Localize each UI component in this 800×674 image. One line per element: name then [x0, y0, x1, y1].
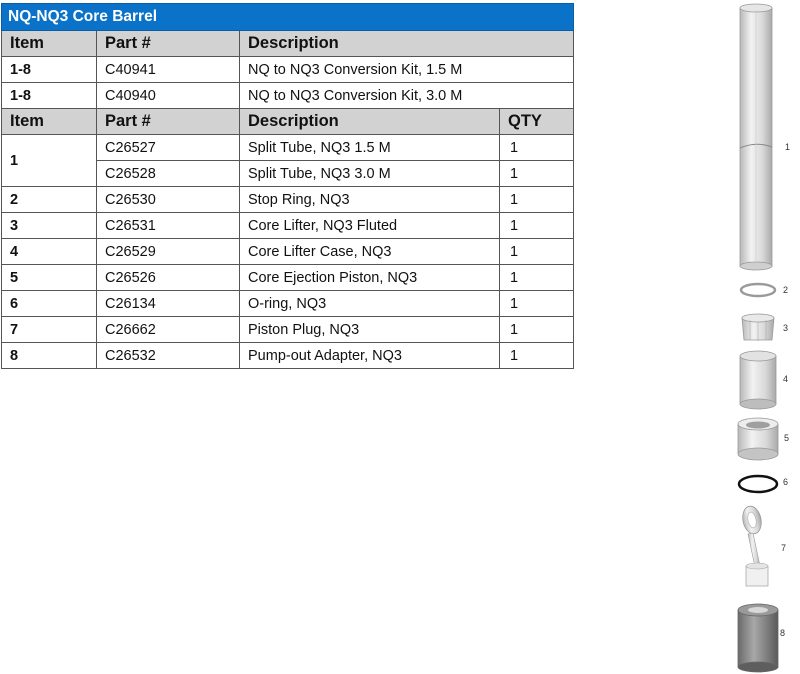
parts-table: NQ-NQ3 Core Barrel Item Part # Descripti… — [0, 3, 575, 369]
part-item: 5 — [1, 264, 97, 291]
part-number: C26662 — [96, 316, 240, 343]
callout-4: 4 — [783, 374, 788, 384]
part-item: 3 — [1, 212, 97, 239]
part-item: 2 — [1, 186, 97, 213]
exploded-parts-drawing: 1 2 3 4 5 6 7 8 — [737, 3, 790, 673]
part-qty: 1 — [498, 264, 575, 291]
part-description: Pump-out Adapter, NQ3 — [239, 342, 500, 369]
part-qty: 1 — [498, 316, 575, 343]
stop-ring-drawing — [739, 282, 777, 298]
part-qty: 1 — [498, 160, 575, 187]
kit-header-row: Item Part # Description — [1, 30, 575, 57]
parts-header-row: Item Part # Description QTY — [1, 108, 575, 135]
part-description: Split Tube, NQ3 1.5 M — [239, 134, 500, 161]
part-row: 7 C26662 Piston Plug, NQ3 1 — [1, 316, 575, 343]
table-title: NQ-NQ3 Core Barrel — [0, 3, 575, 31]
parts-header-part: Part # — [96, 108, 240, 135]
part-qty: 1 — [498, 134, 575, 161]
part-qty: 1 — [498, 212, 575, 239]
part-qty: 1 — [498, 290, 575, 317]
part-row: 2 C26530 Stop Ring, NQ3 1 — [1, 186, 575, 213]
core-ejection-piston-drawing — [737, 417, 779, 461]
part-description: Stop Ring, NQ3 — [239, 186, 500, 213]
kit-header-part: Part # — [96, 30, 240, 57]
parts-header-qty: QTY — [498, 108, 575, 135]
callout-2: 2 — [783, 285, 788, 295]
part-number: C26531 — [96, 212, 240, 239]
part-row: 6 C26134 O-ring, NQ3 1 — [1, 290, 575, 317]
part-number: C26134 — [96, 290, 240, 317]
kit-item: 1-8 — [1, 56, 97, 83]
core-lifter-drawing — [741, 313, 775, 341]
part-row: 1 C26527 Split Tube, NQ3 1.5 M 1 — [1, 134, 575, 187]
part-item: 8 — [1, 342, 97, 369]
part-description: Core Lifter Case, NQ3 — [239, 238, 500, 265]
part-row: 5 C26526 Core Ejection Piston, NQ3 1 — [1, 264, 575, 291]
callout-3: 3 — [783, 323, 788, 333]
part-row: 3 C26531 Core Lifter, NQ3 Fluted 1 — [1, 212, 575, 239]
part-qty: 1 — [498, 238, 575, 265]
part-description: Split Tube, NQ3 3.0 M — [239, 160, 500, 187]
kit-description: NQ to NQ3 Conversion Kit, 3.0 M — [238, 82, 575, 109]
kit-item: 1-8 — [1, 82, 97, 109]
part-item: 6 — [1, 290, 97, 317]
part-qty: 1 — [498, 342, 575, 369]
kit-row: 1-8 C40941 NQ to NQ3 Conversion Kit, 1.5… — [1, 56, 575, 83]
part-row: 8 C26532 Pump-out Adapter, NQ3 1 — [1, 342, 575, 369]
kit-part: C40941 — [96, 56, 240, 83]
piston-plug-drawing — [742, 505, 769, 587]
pump-out-adapter-drawing — [737, 603, 779, 673]
part-number: C26530 — [96, 186, 240, 213]
callout-7: 7 — [781, 543, 786, 553]
kit-description: NQ to NQ3 Conversion Kit, 1.5 M — [238, 56, 575, 83]
callout-6: 6 — [783, 477, 788, 487]
callout-1: 1 — [785, 142, 790, 152]
part-description: Piston Plug, NQ3 — [239, 316, 500, 343]
core-lifter-case-drawing — [739, 350, 777, 410]
part-number: C26529 — [96, 238, 240, 265]
part-description: O-ring, NQ3 — [239, 290, 500, 317]
part-number: C26527 — [96, 134, 240, 161]
table-title-row: NQ-NQ3 Core Barrel — [0, 3, 575, 31]
part-item: 7 — [1, 316, 97, 343]
part-item: 4 — [1, 238, 97, 265]
part-description: Core Ejection Piston, NQ3 — [239, 264, 500, 291]
kit-header-description: Description — [238, 30, 575, 57]
split-tube-drawing — [739, 3, 773, 271]
kit-row: 1-8 C40940 NQ to NQ3 Conversion Kit, 3.0… — [1, 82, 575, 109]
part-item: 1 — [1, 134, 97, 187]
callout-8: 8 — [780, 628, 785, 638]
callout-5: 5 — [784, 433, 789, 443]
part-number: C26528 — [96, 160, 240, 187]
part-description: Core Lifter, NQ3 Fluted — [239, 212, 500, 239]
parts-header-description: Description — [239, 108, 500, 135]
o-ring-drawing — [737, 474, 779, 494]
kit-header-item: Item — [1, 30, 97, 57]
parts-header-item: Item — [1, 108, 97, 135]
part-qty: 1 — [498, 186, 575, 213]
part-number: C26526 — [96, 264, 240, 291]
part-row: 4 C26529 Core Lifter Case, NQ3 1 — [1, 238, 575, 265]
part-number: C26532 — [96, 342, 240, 369]
kit-part: C40940 — [96, 82, 240, 109]
